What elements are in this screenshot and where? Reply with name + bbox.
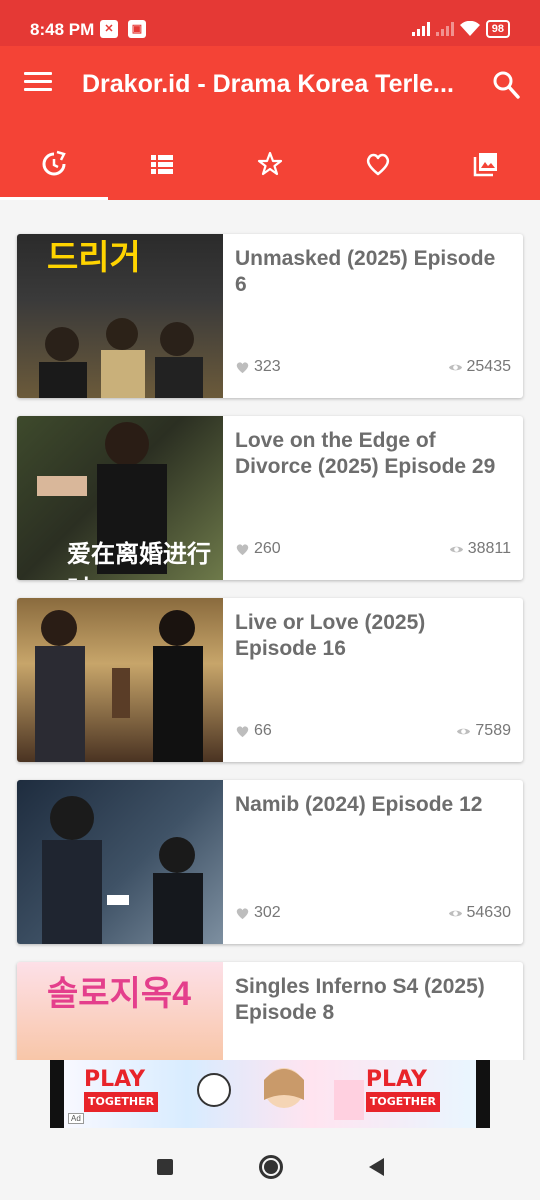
tab-recent[interactable] xyxy=(0,128,108,200)
item-title: Singles Inferno S4 (2025) Episode 8 xyxy=(235,975,485,1024)
views-count: 7589 xyxy=(456,722,511,740)
views-value: 7589 xyxy=(475,722,511,739)
heart-icon xyxy=(366,153,390,176)
status-indicators: 98 xyxy=(411,20,510,38)
ad-logo-left: PLAY TOGETHER xyxy=(84,1069,159,1112)
back-button[interactable] xyxy=(368,1158,384,1176)
ad-characters xyxy=(197,1068,364,1120)
system-navigation-bar xyxy=(0,1134,540,1200)
likes-value: 302 xyxy=(254,904,281,921)
tab-gallery[interactable] xyxy=(432,128,540,200)
list-icon xyxy=(151,155,173,174)
views-value: 25435 xyxy=(466,358,512,375)
item-title: Live or Love (2025) Episode 16 xyxy=(235,611,426,660)
wifi-icon xyxy=(459,21,480,36)
recents-button[interactable] xyxy=(156,1159,173,1175)
home-icon xyxy=(263,1160,278,1174)
poster-thumbnail: 爱在离婚进行时 xyxy=(17,416,223,580)
poster-figures xyxy=(35,610,203,762)
poster-thumbnail: 드리거 xyxy=(17,234,223,398)
heart-icon xyxy=(236,725,249,737)
list-item[interactable]: 솔로지옥4 Singles Inferno S4 (2025) Episode … xyxy=(17,962,523,1060)
heart-icon xyxy=(236,361,249,373)
app-notification-icon: ▣ xyxy=(128,20,146,38)
ad-banner[interactable]: PLAY TOGETHER PLAY TOGETHER Ad xyxy=(50,1060,490,1128)
poster-thumbnail: 솔로지옥4 xyxy=(17,962,223,1060)
views-count: 54630 xyxy=(448,904,512,922)
notification-icon: ✕ xyxy=(100,20,118,38)
gallery-icon xyxy=(473,153,497,177)
poster-figures xyxy=(42,796,203,944)
views-count: 38811 xyxy=(449,540,511,558)
likes-count: 66 xyxy=(235,722,272,740)
likes-count: 260 xyxy=(235,540,281,558)
ad-logo-right: PLAY TOGETHER xyxy=(365,1069,440,1112)
tab-list[interactable] xyxy=(108,128,216,200)
views-value: 38811 xyxy=(467,540,511,557)
star-icon xyxy=(257,151,283,176)
menu-icon[interactable] xyxy=(24,72,52,100)
likes-value: 323 xyxy=(254,358,281,375)
signal-2-icon xyxy=(435,22,454,36)
app-title: Drakor.id - Drama Korea Terle... xyxy=(82,70,454,98)
likes-value: 260 xyxy=(254,540,281,557)
status-time: 8:48 PM xyxy=(30,20,95,39)
likes-count: 323 xyxy=(235,358,281,376)
tab-favorites-star[interactable] xyxy=(216,128,324,200)
views-count: 25435 xyxy=(448,358,512,376)
eye-icon xyxy=(449,546,463,552)
eye-icon xyxy=(457,728,471,734)
tab-bar xyxy=(0,128,540,200)
home-button[interactable] xyxy=(258,1155,283,1179)
list-item[interactable]: 爱在离婚进行时 Love on the Edge of Divorce (202… xyxy=(17,416,523,580)
list-item[interactable]: Namib (2024) Episode 12 302 54630 xyxy=(17,780,523,944)
signal-icon xyxy=(411,22,430,36)
poster-title-text: 솔로지옥4 xyxy=(47,975,192,1013)
item-title: Namib (2024) Episode 12 xyxy=(235,793,483,816)
app-bar: Drakor.id - Drama Korea Terle... xyxy=(0,46,540,128)
list-item[interactable]: Live or Love (2025) Episode 16 66 7589 xyxy=(17,598,523,762)
views-value: 54630 xyxy=(466,904,512,921)
list-item[interactable]: 드리거 Unmasked (2025) Episode 6 323 25435 xyxy=(17,234,523,398)
likes-count: 302 xyxy=(235,904,281,922)
tab-liked[interactable] xyxy=(324,128,432,200)
history-icon xyxy=(42,150,66,176)
heart-icon xyxy=(236,543,249,555)
search-icon[interactable] xyxy=(492,70,520,100)
poster-thumbnail xyxy=(17,598,223,762)
item-title: Love on the Edge of Divorce (2025) Episo… xyxy=(235,429,496,478)
heart-icon xyxy=(236,907,249,919)
poster-title-text: 爱在离婚进行时 xyxy=(67,539,211,580)
eye-icon xyxy=(448,364,462,370)
eye-icon xyxy=(448,910,462,916)
item-title: Unmasked (2025) Episode 6 xyxy=(235,247,496,296)
drama-list: 드리거 Unmasked (2025) Episode 6 323 25435 … xyxy=(0,200,540,1060)
battery-indicator: 98 xyxy=(485,20,510,38)
poster-thumbnail xyxy=(17,780,223,944)
likes-value: 66 xyxy=(254,722,272,739)
poster-figures xyxy=(39,318,203,398)
ad-badge: Ad xyxy=(68,1113,84,1124)
status-bar: 8:48 PM ✕ ▣ 98 xyxy=(0,0,540,46)
